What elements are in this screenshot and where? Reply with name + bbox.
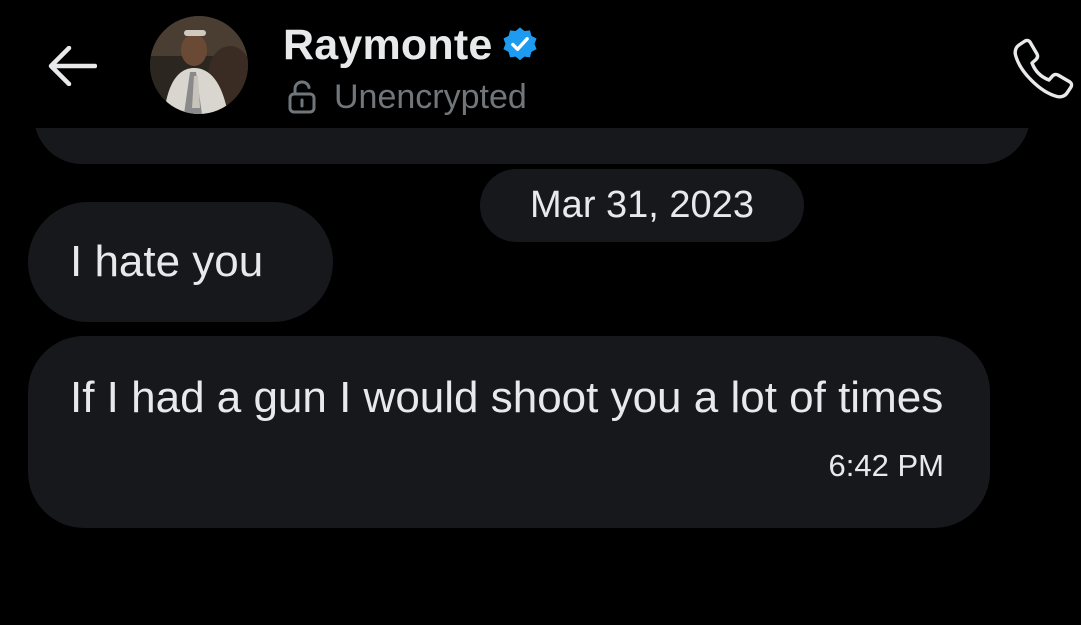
call-button[interactable] — [1010, 36, 1076, 102]
message-text: I hate you — [70, 237, 264, 286]
arrow-left-icon — [48, 46, 97, 86]
back-button[interactable] — [40, 38, 102, 94]
conversation-header: Raymonte Unencrypted — [0, 0, 1081, 128]
message-timestamp: 6:42 PM — [828, 448, 944, 483]
message-bubble[interactable]: If I had a gun I would shoot you a lot o… — [28, 336, 990, 528]
phone-icon — [1013, 38, 1074, 99]
contact-photo — [150, 16, 248, 114]
date-separator: Mar 31, 2023 — [480, 169, 804, 242]
verified-badge-icon — [503, 27, 538, 61]
message-text: If I had a gun I would shoot you a lot o… — [70, 373, 944, 422]
contact-name[interactable]: Raymonte — [283, 21, 492, 70]
encryption-status: Unencrypted — [334, 77, 527, 116]
unlocked-padlock-icon — [288, 80, 316, 114]
avatar[interactable] — [150, 16, 248, 114]
message-bubble[interactable]: I hate you — [28, 202, 333, 322]
